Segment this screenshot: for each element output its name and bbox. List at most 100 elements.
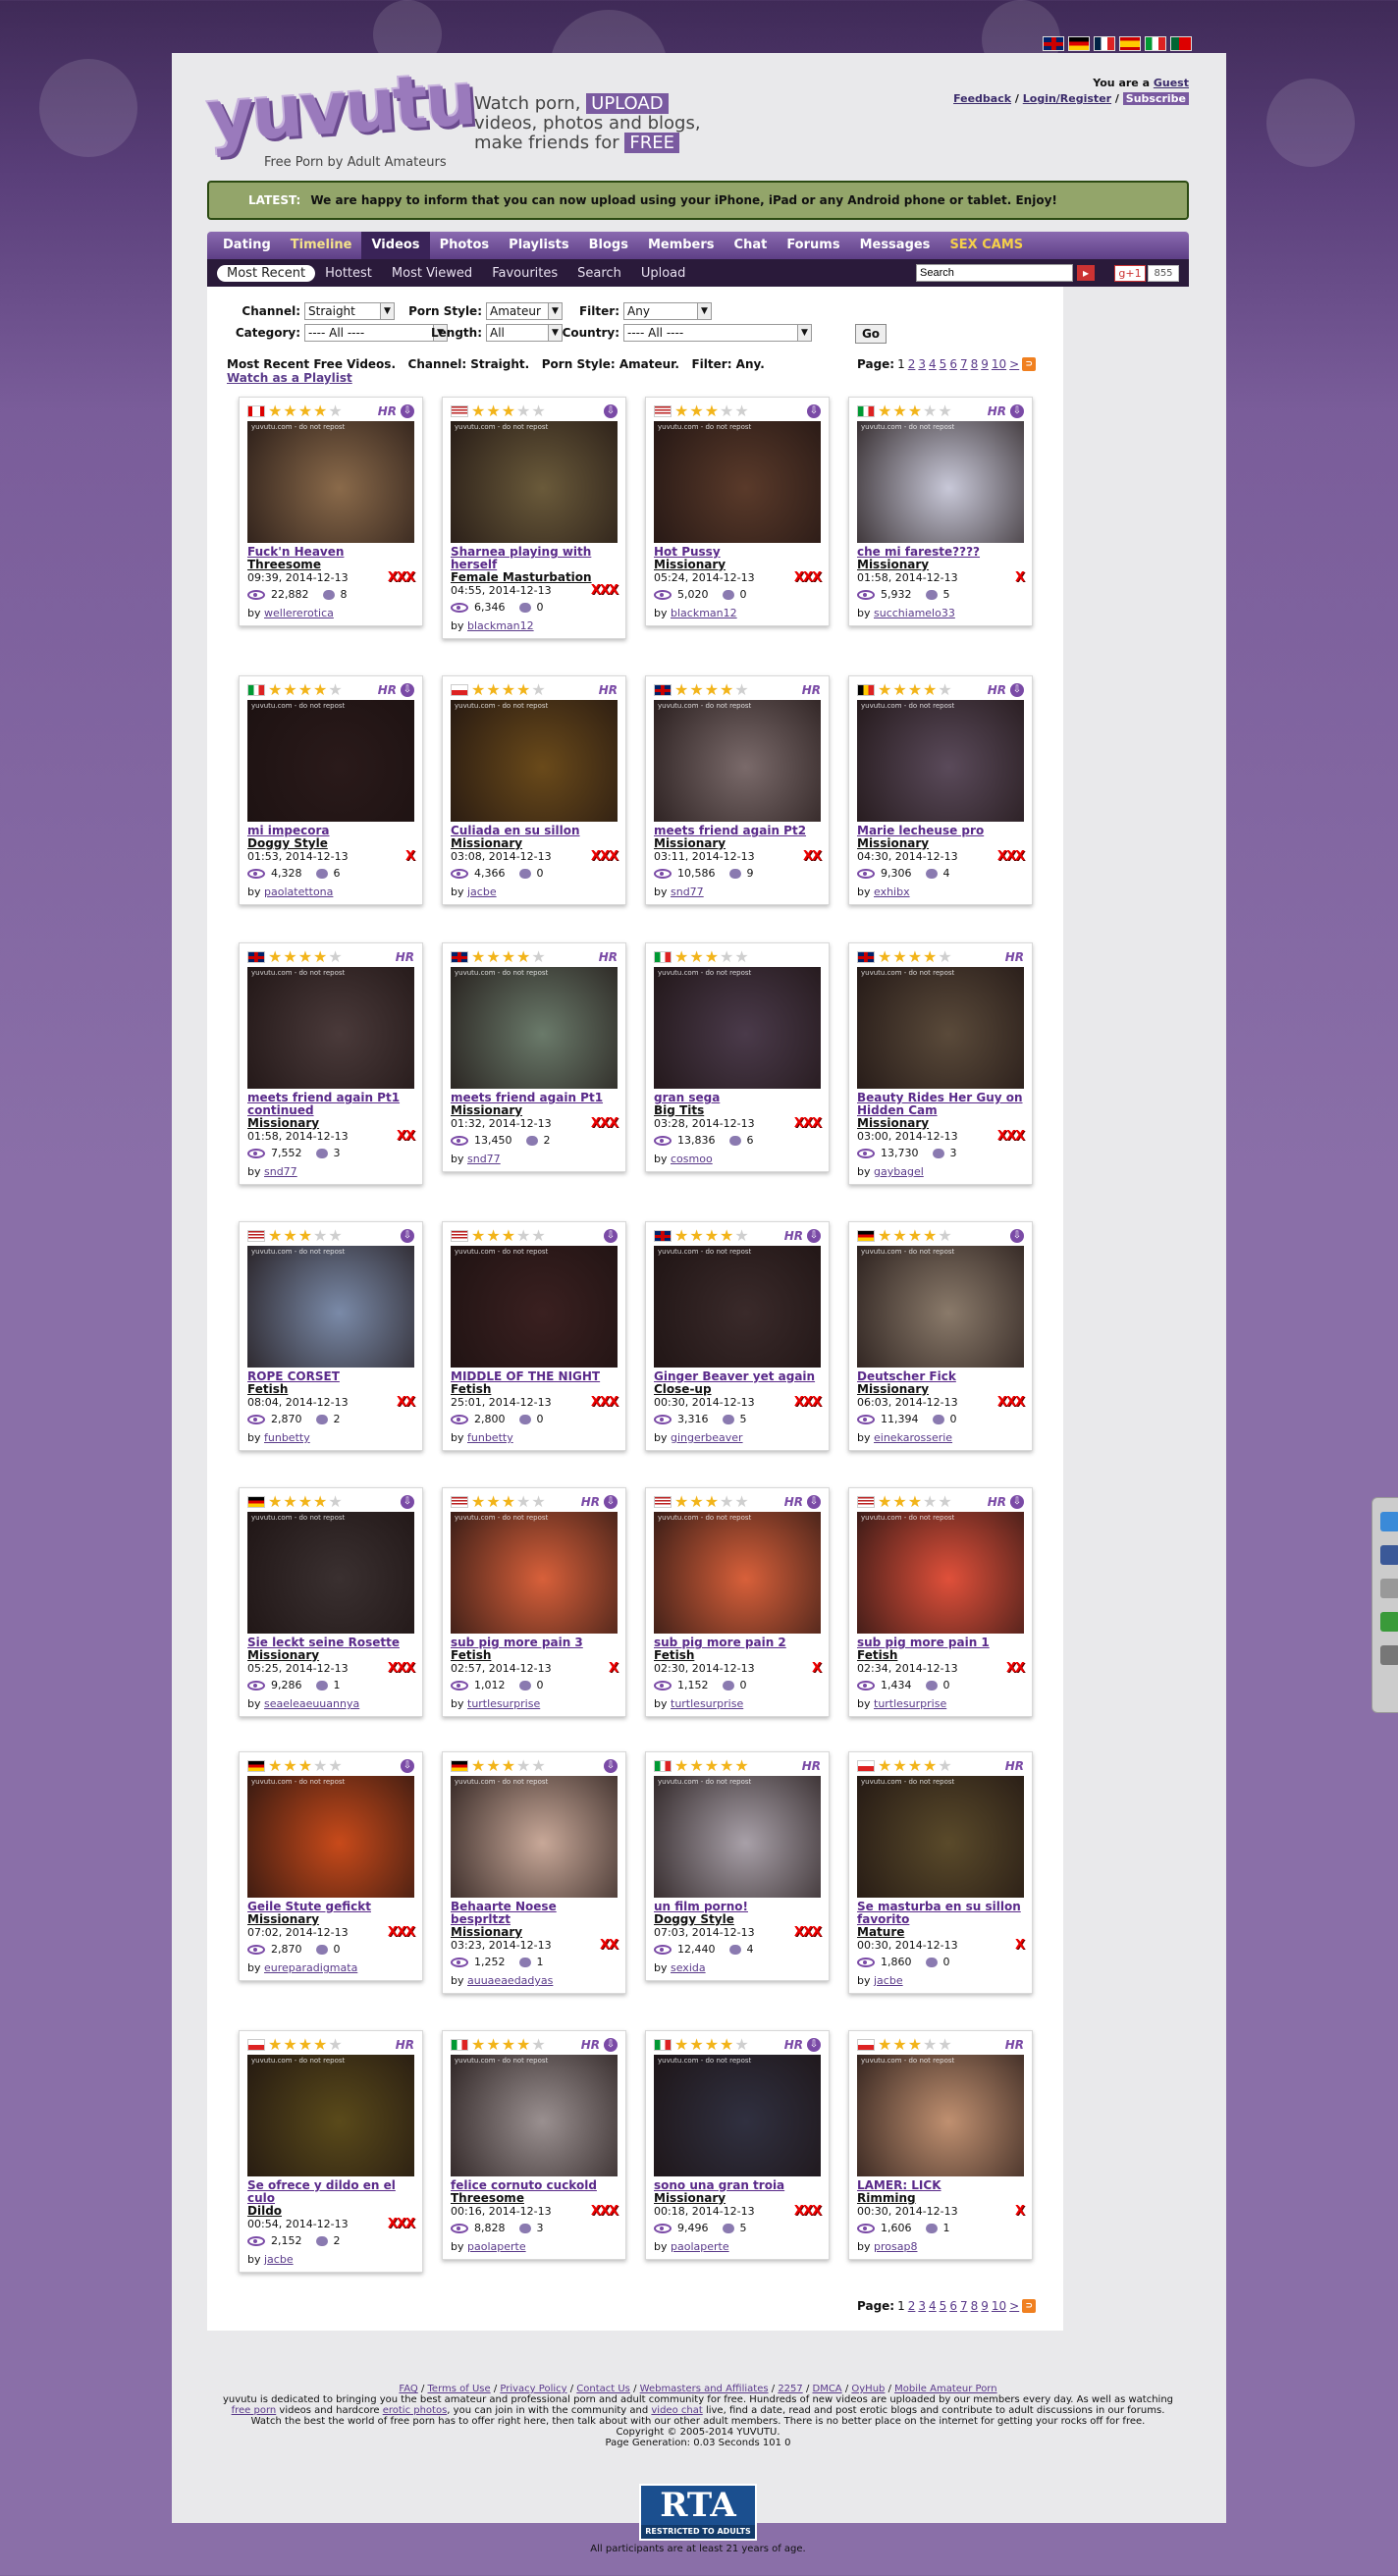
rating-stars[interactable]: ★ ★ ★ ★ ★ [878, 1758, 952, 1774]
footer-link-privacy-policy[interactable]: Privacy Policy [500, 2384, 566, 2394]
footer-link-mobile-amateur-porn[interactable]: Mobile Amateur Porn [894, 2384, 996, 2394]
download-icon[interactable]: ⇩ [1010, 683, 1024, 697]
share-icon[interactable] [1380, 1612, 1398, 1632]
page-link[interactable]: 10 [992, 357, 1006, 371]
footer-link-2257[interactable]: 2257 [778, 2384, 802, 2394]
free-porn-link[interactable]: free porn [232, 2405, 277, 2416]
page-link[interactable]: 8 [971, 2299, 979, 2313]
flag-fr-icon[interactable] [1094, 36, 1115, 51]
video-category-link[interactable]: Fetish [654, 1649, 821, 1662]
subnav-hottest[interactable]: Hottest [315, 266, 382, 281]
download-icon[interactable]: ⇩ [401, 1495, 414, 1509]
video-title-link[interactable]: Se masturba en su sillon favorito [857, 1901, 1024, 1926]
video-category-link[interactable]: Doggy Style [247, 837, 414, 850]
video-thumbnail[interactable]: yuvutu.com - do not repost [857, 2055, 1024, 2176]
download-icon[interactable]: ⇩ [807, 404, 821, 418]
flag-pt-icon[interactable] [1170, 36, 1192, 51]
rating-stars[interactable]: ★ ★ ★ ★ ★ [471, 403, 546, 419]
video-category-link[interactable]: Missionary [654, 837, 821, 850]
uploader-link[interactable]: jacbe [467, 886, 497, 898]
rating-stars[interactable]: ★ ★ ★ ★ ★ [268, 949, 343, 965]
page-link[interactable]: 7 [960, 357, 968, 371]
share-widget[interactable] [1371, 1497, 1398, 1713]
rating-stars[interactable]: ★ ★ ★ ★ ★ [878, 682, 952, 698]
flag-es-icon[interactable] [1119, 36, 1141, 51]
nav-item-videos[interactable]: Videos [361, 232, 430, 259]
uploader-link[interactable]: snd77 [467, 1153, 501, 1165]
nav-item-blogs[interactable]: Blogs [579, 232, 638, 259]
video-category-link[interactable]: Fetish [857, 1649, 1024, 1662]
uploader-link[interactable]: sexida [671, 1961, 706, 1974]
page-link[interactable]: 3 [918, 357, 926, 371]
rating-stars[interactable]: ★ ★ ★ ★ ★ [878, 2037, 952, 2053]
download-icon[interactable]: ⇩ [604, 404, 618, 418]
video-thumbnail[interactable]: yuvutu.com - do not repost [654, 421, 821, 543]
uploader-link[interactable]: snd77 [671, 886, 704, 898]
rating-stars[interactable]: ★ ★ ★ ★ ★ [471, 1758, 546, 1774]
page-link[interactable]: > [1009, 357, 1019, 371]
page-link[interactable]: 4 [929, 2299, 937, 2313]
subnav-upload[interactable]: Upload [631, 266, 696, 281]
download-icon[interactable]: ⇩ [807, 1495, 821, 1509]
page-link[interactable]: 2 [908, 357, 916, 371]
download-icon[interactable]: ⇩ [1010, 1229, 1024, 1243]
download-icon[interactable]: ⇩ [401, 683, 414, 697]
video-thumbnail[interactable]: yuvutu.com - do not repost [654, 967, 821, 1089]
rating-stars[interactable]: ★ ★ ★ ★ ★ [268, 1758, 343, 1774]
subnav-search[interactable]: Search [567, 266, 631, 281]
footer-link-webmasters-and-affiliates[interactable]: Webmasters and Affiliates [640, 2384, 769, 2394]
page-link[interactable]: 5 [940, 357, 947, 371]
login-register-link[interactable]: Login/Register [1023, 92, 1111, 105]
subnav-favourites[interactable]: Favourites [482, 266, 567, 281]
video-category-link[interactable]: Missionary [857, 559, 1024, 571]
go-button[interactable]: Go [855, 324, 887, 344]
nav-item-messages[interactable]: Messages [850, 232, 941, 259]
rating-stars[interactable]: ★ ★ ★ ★ ★ [674, 1758, 749, 1774]
uploader-link[interactable]: blackman12 [467, 619, 534, 632]
rating-stars[interactable]: ★ ★ ★ ★ ★ [268, 1494, 343, 1510]
uploader-link[interactable]: succhiamelo33 [874, 607, 955, 619]
feedback-link[interactable]: Feedback [953, 92, 1011, 105]
video-thumbnail[interactable]: yuvutu.com - do not repost [654, 1776, 821, 1898]
download-icon[interactable]: ⇩ [807, 2038, 821, 2052]
rating-stars[interactable]: ★ ★ ★ ★ ★ [674, 1494, 749, 1510]
video-thumbnail[interactable]: yuvutu.com - do not repost [451, 1776, 618, 1898]
footer-link-contact-us[interactable]: Contact Us [576, 2384, 630, 2394]
nav-item-playlists[interactable]: Playlists [499, 232, 578, 259]
rating-stars[interactable]: ★ ★ ★ ★ ★ [471, 1228, 546, 1244]
video-category-link[interactable]: Fetish [247, 1383, 414, 1396]
uploader-link[interactable]: wellererotica [264, 607, 334, 619]
channel-select[interactable]: Straight ▼ [304, 302, 395, 320]
google-plus-button[interactable]: g+1 [1114, 265, 1146, 282]
video-thumbnail[interactable]: yuvutu.com - do not repost [857, 1512, 1024, 1634]
page-link[interactable]: 9 [981, 357, 989, 371]
page-link[interactable]: 7 [960, 2299, 968, 2313]
download-icon[interactable]: ⇩ [401, 1229, 414, 1243]
download-icon[interactable]: ⇩ [604, 1229, 618, 1243]
footer-link-faq[interactable]: FAQ [399, 2384, 417, 2394]
filter-select[interactable]: Any ▼ [623, 302, 712, 320]
video-thumbnail[interactable]: yuvutu.com - do not repost [857, 1776, 1024, 1898]
video-thumbnail[interactable]: yuvutu.com - do not repost [654, 1512, 821, 1634]
uploader-link[interactable]: eureparadigmata [264, 1961, 357, 1974]
rating-stars[interactable]: ★ ★ ★ ★ ★ [878, 403, 952, 419]
nav-item-sex-cams[interactable]: SEX CAMS [940, 232, 1033, 259]
search-go-button[interactable]: ▸ [1077, 265, 1095, 281]
nav-item-chat[interactable]: Chat [725, 232, 778, 259]
video-thumbnail[interactable]: yuvutu.com - do not repost [451, 967, 618, 1089]
page-link[interactable]: 5 [940, 2299, 947, 2313]
video-title-link[interactable]: Sharnea playing with herself [451, 546, 618, 571]
uploader-link[interactable]: funbetty [264, 1431, 310, 1444]
video-thumbnail[interactable]: yuvutu.com - do not repost [247, 967, 414, 1089]
watch-as-playlist-link[interactable]: Watch as a Playlist [227, 371, 352, 385]
download-icon[interactable]: ⇩ [401, 1759, 414, 1773]
uploader-link[interactable]: paolaperte [467, 2240, 526, 2253]
video-thumbnail[interactable]: yuvutu.com - do not repost [654, 2055, 821, 2176]
video-thumbnail[interactable]: yuvutu.com - do not repost [654, 1246, 821, 1368]
video-category-link[interactable]: Fetish [451, 1649, 618, 1662]
footer-link-terms-of-use[interactable]: Terms of Use [428, 2384, 491, 2394]
video-title-link[interactable]: Behaarte Noese besprltzt [451, 1901, 618, 1926]
video-thumbnail[interactable]: yuvutu.com - do not repost [247, 421, 414, 543]
video-title-link[interactable]: Se ofrece y dildo en el culo [247, 2179, 414, 2205]
page-link[interactable]: 4 [929, 357, 937, 371]
